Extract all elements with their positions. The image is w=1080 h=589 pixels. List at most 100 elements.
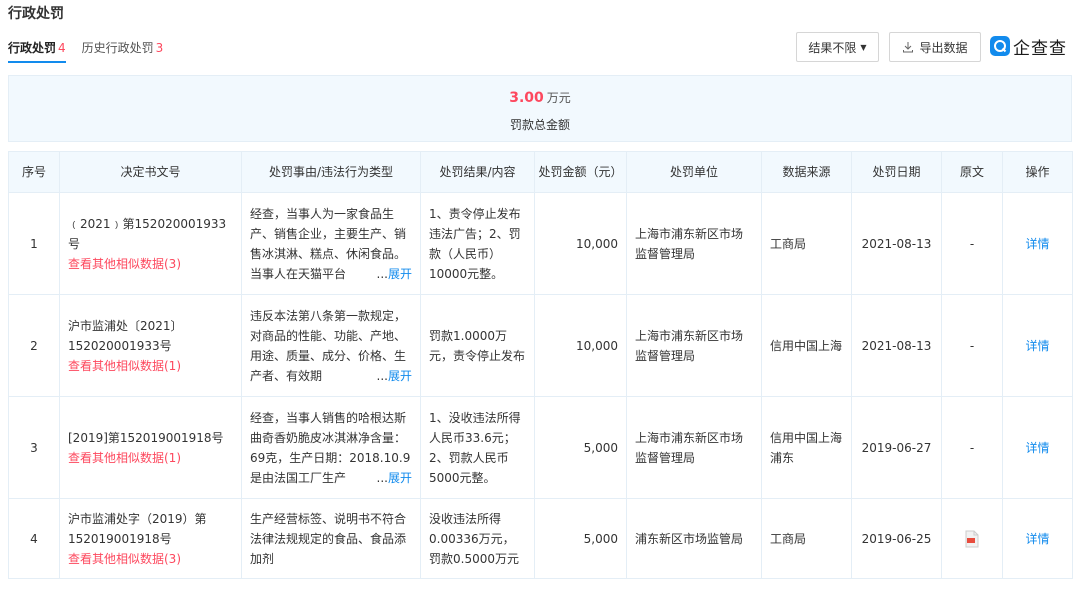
reason-more: ...展开 — [374, 263, 412, 284]
cell-amount: 10,000 — [534, 294, 627, 397]
cell-index: 1 — [8, 192, 60, 295]
tab-history-penalty[interactable]: 历史行政处罚 3 — [82, 39, 164, 63]
cell-source: 信用中国上海浦东 — [761, 396, 852, 499]
cell-result: 1、责令停止发布违法广告；2、罚款（人民币）10000元整。 — [420, 192, 535, 295]
reason-more: ...展开 — [374, 467, 412, 488]
cell-authority: 上海市浦东新区市场监督管理局 — [626, 396, 762, 499]
fine-total-value: 3.00 万元 — [9, 89, 1071, 106]
similar-data-link[interactable]: 查看其他相似数据(3) — [68, 549, 233, 569]
cell-index: 2 — [8, 294, 60, 397]
cell-result: 没收违法所得0.00336万元，罚款0.5000万元 — [420, 498, 535, 579]
cell-date: 2021-08-13 — [851, 192, 942, 295]
ellipsis: ... — [376, 266, 388, 281]
cell-doc-no: [2019]第152019001918号查看其他相似数据(1) — [59, 396, 242, 499]
cell-reason: 生产经营标签、说明书不符合法律法规规定的食品、食品添加剂 — [241, 498, 421, 579]
table-row: 3 [2019]第152019001918号查看其他相似数据(1) 经查，当事人… — [8, 396, 1073, 499]
col-header-original: 原文 — [941, 151, 1003, 193]
cell-result: 1、没收违法所得人民币33.6元；2、罚款人民币5000元整。 — [420, 396, 535, 499]
similar-data-link[interactable]: 查看其他相似数据(3) — [68, 254, 233, 274]
cell-action: 详情 — [1002, 498, 1073, 579]
col-header-doc-no: 决定书文号 — [59, 151, 242, 193]
cell-source: 信用中国上海 — [761, 294, 852, 397]
cell-reason: 违反本法第八条第一款规定，对商品的性能、功能、产地、用途、质量、成分、价格、生产… — [241, 294, 421, 397]
cell-action: 详情 — [1002, 294, 1073, 397]
doc-number: [2019]第152019001918号 — [68, 430, 224, 445]
cell-original — [941, 498, 1003, 579]
cell-original: - — [941, 396, 1003, 499]
cell-authority: 上海市浦东新区市场监督管理局 — [626, 294, 762, 397]
cell-index: 3 — [8, 396, 60, 499]
col-header-result: 处罚结果/内容 — [420, 151, 535, 193]
col-header-authority: 处罚单位 — [626, 151, 762, 193]
cell-source: 工商局 — [761, 192, 852, 295]
doc-number: 沪市监浦处字（2019）第152019001918号 — [68, 511, 207, 546]
cell-action: 详情 — [1002, 396, 1073, 499]
download-icon — [903, 42, 914, 53]
page-title: 行政处罚 — [8, 6, 64, 22]
fine-summary-panel: 3.00 万元 罚款总金额 — [8, 75, 1072, 142]
detail-link[interactable]: 详情 — [1025, 441, 1049, 455]
export-button[interactable]: 导出数据 — [889, 32, 981, 62]
cell-doc-no: ﹙2021﹚第152020001933号查看其他相似数据(3) — [59, 192, 242, 295]
tab-admin-penalty[interactable]: 行政处罚 4 — [8, 39, 66, 63]
col-header-index: 序号 — [8, 151, 60, 193]
cell-source: 工商局 — [761, 498, 852, 579]
tab-count: 3 — [155, 41, 164, 55]
tab-label: 历史行政处罚 — [81, 41, 154, 55]
cell-action: 详情 — [1002, 192, 1073, 295]
cell-date: 2019-06-27 — [851, 396, 942, 499]
tab-count: 4 — [58, 41, 66, 55]
cell-amount: 5,000 — [534, 498, 627, 579]
cell-doc-no: 沪市监浦处字（2019）第152019001918号查看其他相似数据(3) — [59, 498, 242, 579]
brand-logo: 企查查 — [990, 34, 1067, 59]
detail-link[interactable]: 详情 — [1025, 339, 1049, 353]
cell-original: - — [941, 294, 1003, 397]
doc-number: 沪市监浦处〔2021〕152020001933号 — [68, 318, 183, 353]
ellipsis: ... — [376, 470, 388, 485]
table-header-row: 序号 决定书文号 处罚事由/违法行为类型 处罚结果/内容 处罚金额（元） 处罚单… — [8, 151, 1073, 193]
cell-amount: 5,000 — [534, 396, 627, 499]
tab-bar: 行政处罚 4 历史行政处罚 3 — [8, 39, 179, 63]
cell-date: 2021-08-13 — [851, 294, 942, 397]
penalty-table: 序号 决定书文号 处罚事由/违法行为类型 处罚结果/内容 处罚金额（元） 处罚单… — [8, 151, 1073, 579]
ellipsis: ... — [376, 368, 388, 383]
col-header-source: 数据来源 — [761, 151, 852, 193]
cell-doc-no: 沪市监浦处〔2021〕152020001933号查看其他相似数据(1) — [59, 294, 242, 397]
col-header-reason: 处罚事由/违法行为类型 — [241, 151, 421, 193]
similar-data-link[interactable]: 查看其他相似数据(1) — [68, 448, 233, 468]
reason-more: ...展开 — [374, 365, 412, 386]
cell-amount: 10,000 — [534, 192, 627, 295]
fine-total-label: 罚款总金额 — [509, 118, 570, 132]
col-header-amount: 处罚金额（元） — [534, 151, 627, 193]
detail-link[interactable]: 详情 — [1025, 532, 1049, 546]
cell-original: - — [941, 192, 1003, 295]
filter-label: 结果不限 — [808, 40, 857, 55]
detail-link[interactable]: 详情 — [1025, 237, 1049, 251]
export-label: 导出数据 — [919, 40, 968, 55]
cell-authority: 上海市浦东新区市场监督管理局 — [626, 192, 762, 295]
cell-reason: 经查，当事人销售的哈根达斯曲奇香奶脆皮冰淇淋净含量：69克，生产日期：2018.… — [241, 396, 421, 499]
cell-result: 罚款1.0000万元，责令停止发布 — [420, 294, 535, 397]
cell-reason: 经查，当事人为一家食品生产、销售企业，主要生产、销售冰淇淋、糕点、休闲食品。当事… — [241, 192, 421, 295]
cell-authority: 浦东新区市场监管局 — [626, 498, 762, 579]
table-row: 1 ﹙2021﹚第152020001933号查看其他相似数据(3) 经查，当事人… — [8, 192, 1073, 295]
expand-link[interactable]: 展开 — [388, 369, 412, 383]
col-header-date: 处罚日期 — [851, 151, 942, 193]
logo-icon — [990, 36, 1010, 56]
table-row: 4 沪市监浦处字（2019）第152019001918号 查看其他相似数据(3) … — [8, 498, 1073, 579]
tab-label: 行政处罚 — [8, 41, 57, 55]
cell-index: 4 — [8, 498, 60, 579]
pdf-icon[interactable] — [964, 530, 980, 548]
doc-number: ﹙2021﹚第152020001933号 — [68, 216, 227, 251]
expand-link[interactable]: 展开 — [388, 267, 412, 281]
cell-date: 2019-06-25 — [851, 498, 942, 579]
brand-name: 企查查 — [1013, 38, 1067, 59]
col-header-action: 操作 — [1002, 151, 1073, 193]
similar-data-link[interactable]: 查看其他相似数据(1) — [68, 356, 233, 376]
result-filter-dropdown[interactable]: 结果不限 ▼ — [796, 32, 879, 62]
fine-total-number: 3.00 — [509, 90, 544, 106]
expand-link[interactable]: 展开 — [388, 471, 412, 485]
fine-total-unit: 万元 — [546, 91, 571, 105]
caret-down-icon: ▼ — [860, 42, 867, 52]
table-row: 2 沪市监浦处〔2021〕152020001933号查看其他相似数据(1) 违反… — [8, 294, 1073, 397]
